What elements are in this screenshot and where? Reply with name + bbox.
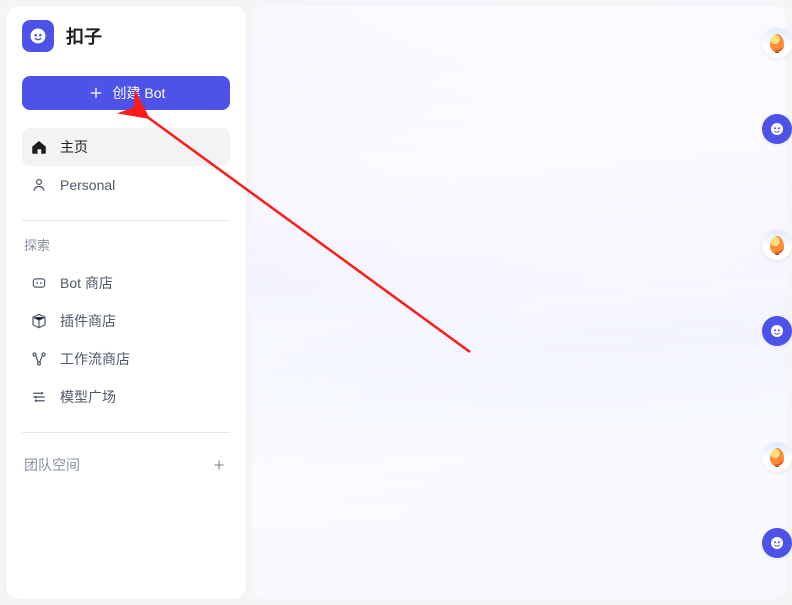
nav-home[interactable]: 主页 <box>22 128 230 166</box>
home-icon <box>30 138 48 156</box>
avatar-pair <box>762 230 792 346</box>
bot-icon <box>30 274 48 292</box>
nav-workflow-store-label: 工作流商店 <box>60 349 130 369</box>
divider-2 <box>22 432 230 433</box>
nav-personal-label: Personal <box>60 177 115 193</box>
brand-name: 扣子 <box>66 23 102 49</box>
bg-wave <box>252 164 786 448</box>
app-root: 扣子 创建 Bot 主页 Personal 探索 Bot <box>0 0 792 605</box>
nav-bot-store[interactable]: Bot 商店 <box>22 264 230 302</box>
nav-model-playground-label: 模型广场 <box>60 387 116 407</box>
sidebar: 扣子 创建 Bot 主页 Personal 探索 Bot <box>6 6 246 599</box>
nav-plugin-store-label: 插件商店 <box>60 311 116 331</box>
team-space-row[interactable]: 团队空间 <box>22 447 230 483</box>
brand-logo <box>22 20 54 52</box>
create-bot-button[interactable]: 创建 Bot <box>22 76 230 110</box>
nav-workflow-store[interactable]: 工作流商店 <box>22 340 230 378</box>
add-team-button[interactable] <box>210 456 228 474</box>
person-icon <box>30 176 48 194</box>
plus-icon <box>211 457 227 473</box>
nav-plugin-store[interactable]: 插件商店 <box>22 302 230 340</box>
nav-personal[interactable]: Personal <box>22 166 230 204</box>
avatar-bot-icon[interactable] <box>762 316 792 346</box>
workflow-icon <box>30 350 48 368</box>
bg-wave <box>252 320 786 592</box>
nav-bot-store-label: Bot 商店 <box>60 273 113 293</box>
sliders-icon <box>30 388 48 406</box>
nav-model-playground[interactable]: 模型广场 <box>22 378 230 416</box>
cube-icon <box>30 312 48 330</box>
team-space-label: 团队空间 <box>24 455 80 475</box>
create-bot-label: 创建 Bot <box>113 83 166 103</box>
avatar-pair <box>762 442 792 558</box>
bg-wave <box>252 8 786 305</box>
floating-avatars <box>762 28 792 558</box>
avatar-balloon-icon[interactable] <box>762 230 792 260</box>
main-content <box>252 6 786 599</box>
avatar-bot-icon[interactable] <box>762 114 792 144</box>
divider <box>22 220 230 221</box>
brand: 扣子 <box>22 20 230 52</box>
avatar-balloon-icon[interactable] <box>762 442 792 472</box>
plus-icon <box>87 84 105 102</box>
nav-home-label: 主页 <box>60 137 88 157</box>
avatar-balloon-icon[interactable] <box>762 28 792 58</box>
avatar-pair <box>762 28 792 144</box>
brand-bot-icon <box>28 26 48 46</box>
explore-section-label: 探索 <box>22 235 230 254</box>
avatar-bot-icon[interactable] <box>762 528 792 558</box>
